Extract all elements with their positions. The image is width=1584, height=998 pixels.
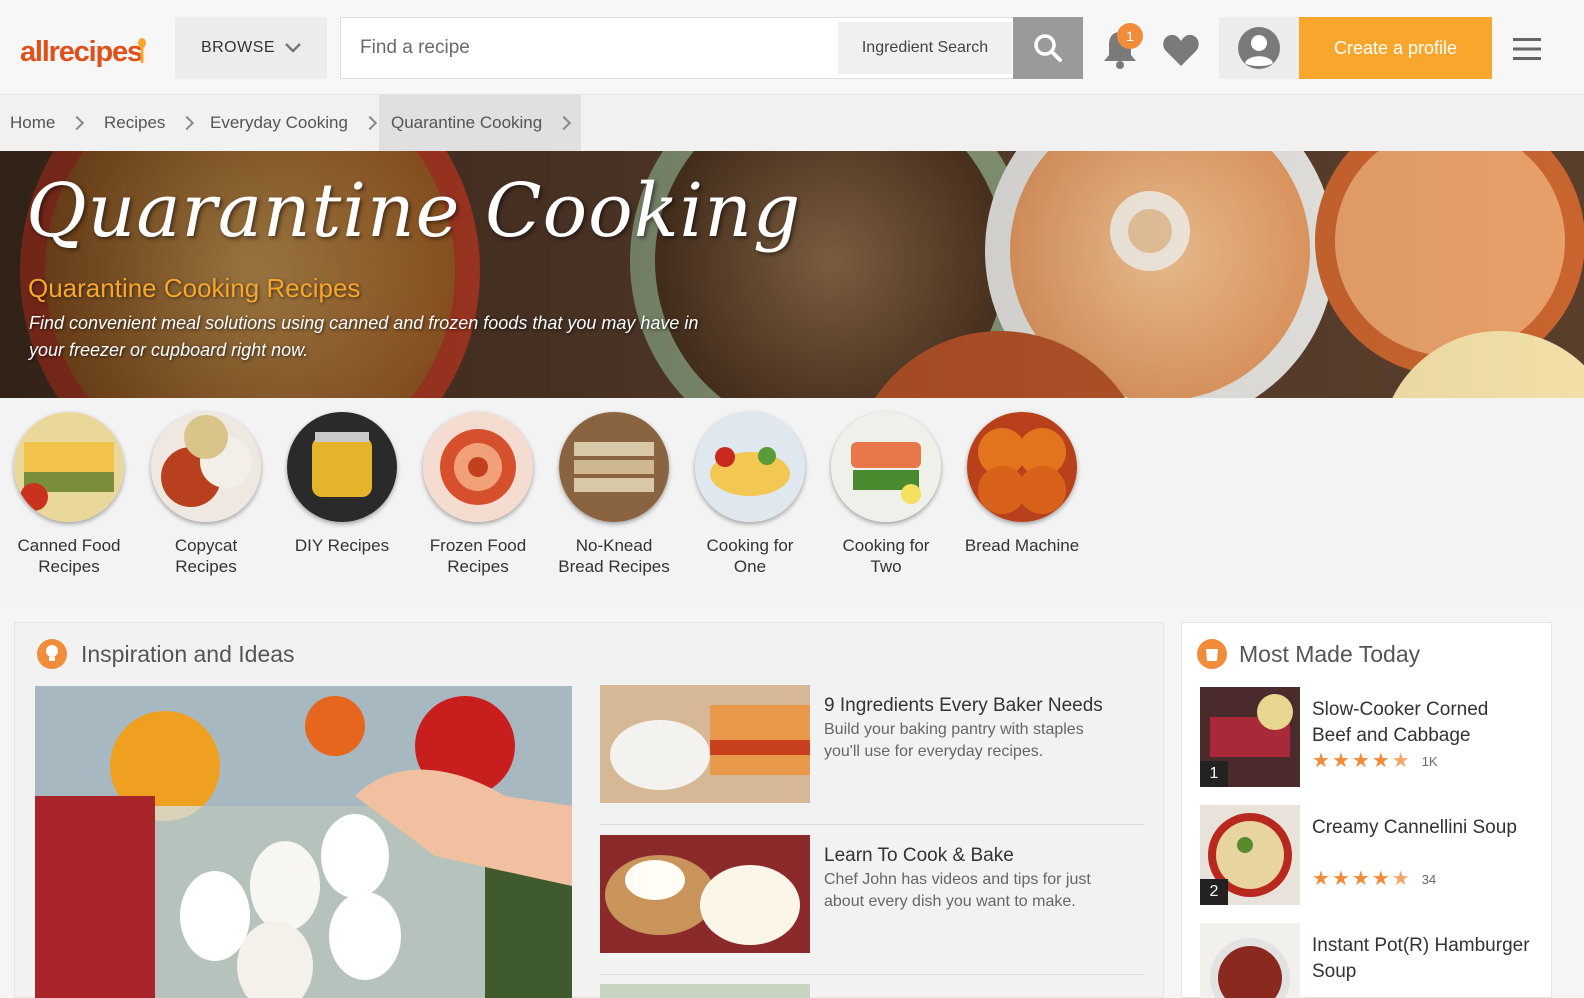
category-image (14, 412, 124, 522)
article-baker-ingredients[interactable]: 9 Ingredients Every Baker Needs Build yo… (600, 685, 1145, 825)
rating-count: 1K (1421, 753, 1438, 769)
lightbulb-icon (37, 639, 67, 669)
category-image (559, 412, 669, 522)
most-made-item[interactable]: 2 Creamy Cannellini Soup ★ ★ ★ ★ ★ 34 (1200, 805, 1540, 905)
avatar-icon (1238, 27, 1280, 69)
profile-avatar-button[interactable] (1219, 17, 1299, 79)
search-icon (1034, 34, 1062, 62)
create-profile-button[interactable]: Create a profile (1299, 17, 1492, 79)
rank-badge: 1 (1200, 761, 1228, 787)
star-icon: ★ (1351, 750, 1370, 772)
category-image (287, 412, 397, 522)
most-made-heading-text: Most Made Today (1239, 640, 1421, 667)
chevron-right-icon (70, 115, 85, 131)
half-star-icon: ★ (1391, 868, 1410, 890)
article-image-partial[interactable] (600, 984, 810, 998)
inspiration-panel: Inspiration and Ideas 9 Ingredients Ever… (14, 622, 1164, 998)
category-cooking-for-one[interactable]: Cooking for One (690, 412, 810, 577)
category-strip: Canned Food Recipes Copycat Recipes DIY … (0, 398, 1584, 602)
most-made-heading: Most Made Today (1197, 639, 1420, 669)
category-bread-machine[interactable]: Bread Machine (962, 412, 1082, 556)
rating-count: 34 (1421, 871, 1437, 887)
article-description: Chef John has videos and tips for just a… (824, 871, 1091, 910)
allrecipes-logo[interactable]: allrecipes (20, 36, 143, 69)
hamburger-menu-icon[interactable] (1513, 38, 1541, 60)
category-label: Frozen Food Recipes (429, 536, 527, 576)
hero-subtitle: Quarantine Cooking Recipes (28, 273, 361, 303)
star-icon: ★ (1312, 750, 1330, 772)
browse-label: BROWSE (200, 39, 276, 56)
recipe-title: Slow-Cooker Corned Beef and Cabbage (1312, 699, 1489, 746)
hero-banner: Quarantine Cooking Quarantine Cooking Re… (0, 151, 1584, 398)
star-icon: ★ (1331, 868, 1350, 890)
chevron-right-icon (362, 115, 378, 131)
category-diy[interactable]: DIY Recipes (282, 412, 402, 556)
most-made-item[interactable]: 1 Slow-Cooker Corned Beef and Cabbage ★ … (1200, 687, 1540, 787)
category-copycat[interactable]: Copycat Recipes (146, 412, 266, 577)
category-frozen-food[interactable]: Frozen Food Recipes (418, 412, 538, 577)
pot-icon (1197, 639, 1227, 669)
search-bar: Ingredient Search (340, 17, 1083, 79)
category-image (151, 412, 261, 522)
star-icon: ★ (1351, 868, 1370, 890)
category-label: No-Knead Bread Recipes (558, 536, 670, 576)
article-title: 9 Ingredients Every Baker Needs (824, 695, 1103, 716)
chevron-right-icon (557, 115, 572, 131)
half-star-icon: ★ (1391, 750, 1410, 772)
ingredient-search-label: Ingredient Search (861, 39, 989, 56)
star-icon: ★ (1312, 868, 1330, 890)
breadcrumb-home[interactable]: Home (10, 95, 85, 151)
logo-spoon-icon (138, 38, 146, 63)
breadcrumb-quarantine-cooking[interactable]: Quarantine Cooking (379, 95, 582, 151)
hero-description: Find convenient meal solutions using can… (29, 313, 699, 360)
article-title: Learn To Cook & Bake (824, 845, 1014, 866)
category-label: Copycat Recipes (174, 536, 238, 576)
category-label: Canned Food Recipes (17, 536, 121, 576)
recipe-image (1200, 923, 1300, 998)
category-image (967, 412, 1077, 522)
inspiration-heading: Inspiration and Ideas (37, 639, 295, 669)
category-no-knead-bread[interactable]: No-Knead Bread Recipes (554, 412, 674, 577)
ingredient-search-button[interactable]: Ingredient Search (838, 22, 1012, 74)
breadcrumb-recipes[interactable]: Recipes (104, 95, 195, 151)
recipe-rating: ★ ★ ★ ★ ★ 34 (1312, 869, 1436, 889)
inspiration-heading-text: Inspiration and Ideas (81, 640, 295, 667)
hero-title: Quarantine Cooking (26, 168, 802, 254)
heart-icon[interactable] (1161, 32, 1201, 68)
search-button[interactable] (1013, 17, 1083, 79)
category-label: DIY Recipes (294, 536, 390, 555)
rank-badge: 2 (1200, 879, 1228, 905)
category-label: Cooking for Two (842, 536, 930, 576)
recipe-rating: ★ ★ ★ ★ ★ 1K (1312, 751, 1438, 771)
star-icon: ★ (1371, 750, 1390, 772)
site-header: allrecipes BROWSE Ingredient Search 1 Cr… (0, 0, 1584, 95)
article-image (600, 685, 810, 803)
category-canned-food[interactable]: Canned Food Recipes (9, 412, 129, 577)
breadcrumb-everyday-cooking[interactable]: Everyday Cooking (210, 95, 378, 151)
article-learn-to-cook[interactable]: Learn To Cook & Bake Chef John has video… (600, 835, 1145, 975)
chevron-down-icon (285, 43, 301, 53)
star-icon: ★ (1371, 868, 1390, 890)
create-profile-label: Create a profile (1333, 37, 1458, 58)
most-made-item[interactable]: Instant Pot(R) Hamburger Soup (1200, 923, 1540, 998)
featured-image-eggs[interactable] (35, 686, 572, 998)
most-made-panel: Most Made Today 1 Slow-Cooker Corned Bee… (1181, 622, 1552, 998)
article-image (600, 835, 810, 953)
category-label: Bread Machine (964, 536, 1080, 555)
recipe-title: Instant Pot(R) Hamburger Soup (1312, 935, 1530, 982)
star-icon: ★ (1331, 750, 1350, 772)
article-description: Build your baking pantry with staples yo… (824, 721, 1084, 760)
category-cooking-for-two[interactable]: Cooking for Two (826, 412, 946, 577)
notification-badge: 1 (1117, 23, 1143, 49)
breadcrumb: Home Recipes Everyday Cooking Quarantine… (0, 95, 1584, 151)
browse-button[interactable]: BROWSE (175, 17, 327, 79)
search-input[interactable] (341, 18, 837, 78)
recipe-title: Creamy Cannellini Soup (1312, 817, 1517, 838)
category-label: Cooking for One (706, 536, 794, 576)
category-image (695, 412, 805, 522)
category-image (831, 412, 941, 522)
category-image (423, 412, 533, 522)
chevron-right-icon (180, 115, 195, 131)
